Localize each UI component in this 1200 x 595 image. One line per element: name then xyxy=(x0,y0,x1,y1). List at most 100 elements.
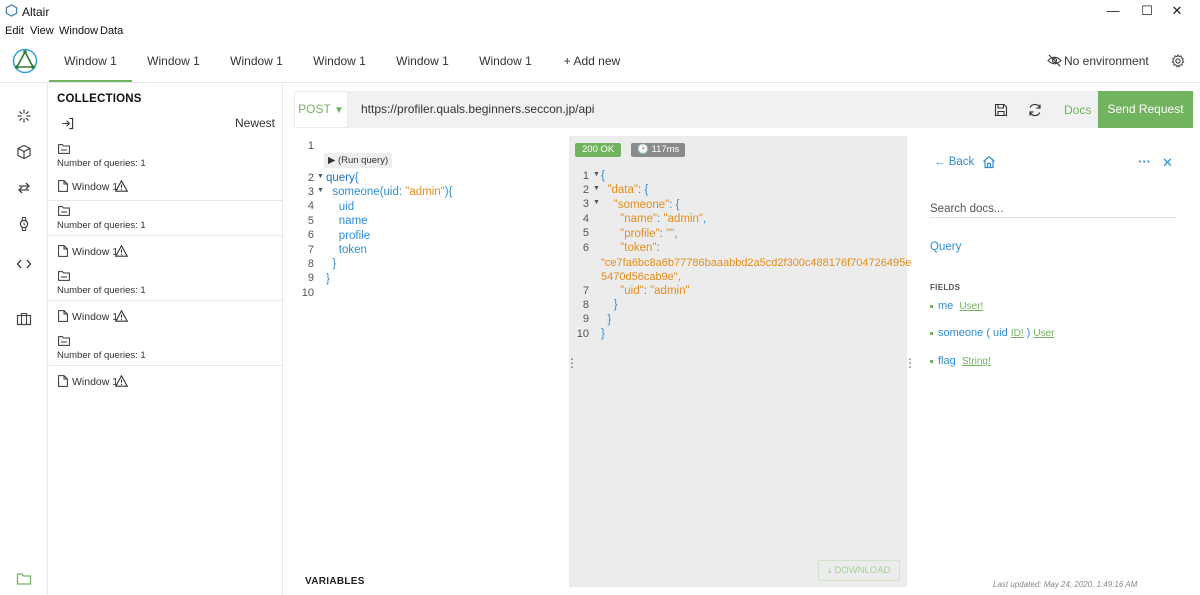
response-json: { "data": { "someone": { "name": "admin"… xyxy=(601,170,707,255)
sidebar-rail xyxy=(0,83,48,595)
environment-label: No environment xyxy=(1064,54,1149,68)
menu-bar: Edit View Window Data xyxy=(0,22,1200,40)
app-title: Altair xyxy=(22,5,50,19)
tab-window-4[interactable]: Window 1 xyxy=(298,40,381,82)
fields-label: FIELDS xyxy=(930,283,961,292)
warning-icon xyxy=(115,310,128,322)
field-name[interactable]: flag xyxy=(938,355,956,367)
tab-window-3[interactable]: Window 1 xyxy=(215,40,298,82)
menu-data[interactable]: Data xyxy=(100,25,123,37)
box-icon[interactable] xyxy=(16,144,32,160)
arg-type[interactable]: ID! xyxy=(1011,328,1024,339)
line-number: 10 xyxy=(576,328,589,340)
fold-arrow-icon[interactable]: ▼ xyxy=(593,171,600,178)
menu-view[interactable]: View xyxy=(30,25,54,37)
file-icon xyxy=(58,310,68,322)
line-number: 7 xyxy=(307,244,314,256)
briefcase-icon[interactable] xyxy=(16,311,32,327)
warning-icon xyxy=(115,375,128,387)
fold-arrow-icon[interactable]: ▼ xyxy=(317,187,324,194)
docs-button[interactable]: Docs xyxy=(1064,103,1091,117)
close-docs-icon[interactable]: ✕ xyxy=(1162,155,1173,171)
method-label: POST xyxy=(298,102,331,116)
import-icon[interactable] xyxy=(61,117,74,130)
watch-icon[interactable] xyxy=(16,216,32,232)
sort-selector[interactable]: Newest xyxy=(235,116,275,130)
loader-icon[interactable] xyxy=(16,108,32,124)
field-type[interactable]: User xyxy=(1033,328,1054,339)
query-name[interactable]: Window 1 xyxy=(72,181,118,193)
line-number: 9 xyxy=(582,313,589,325)
more-options-icon[interactable]: ··· xyxy=(1138,154,1151,169)
fold-arrow-icon[interactable]: ▼ xyxy=(593,185,600,192)
bullet xyxy=(930,359,933,363)
folder-icon[interactable] xyxy=(16,571,32,587)
tab-window-5[interactable]: Window 1 xyxy=(381,40,464,82)
collection-item[interactable]: Window 1 Number of queries: 1 xyxy=(49,301,283,366)
query-name[interactable]: Window 1 xyxy=(72,246,118,258)
code-icon[interactable] xyxy=(16,256,32,272)
query-count: Number of queries: 1 xyxy=(57,285,146,296)
field-type[interactable]: String! xyxy=(962,356,991,367)
field-name[interactable]: me xyxy=(938,300,953,312)
query-count: Number of queries: 1 xyxy=(57,220,146,231)
refresh-icon[interactable] xyxy=(1028,103,1042,117)
download-button[interactable]: ⤓ DOWNLOAD xyxy=(818,560,900,581)
resize-handle-icon[interactable]: ⋮ xyxy=(904,356,916,370)
variables-section-label[interactable]: VARIABLES xyxy=(305,576,365,587)
line-number: 2 xyxy=(582,184,589,196)
fold-arrow-icon[interactable]: ▼ xyxy=(593,199,600,206)
line-number: 2 xyxy=(307,172,314,184)
close-window-button[interactable]: ✕ xyxy=(1154,0,1200,22)
response-time: 117ms xyxy=(651,144,680,155)
method-selector[interactable]: POST ▼ xyxy=(294,91,348,128)
bullet xyxy=(930,331,933,335)
save-icon[interactable] xyxy=(994,103,1008,117)
doc-field-someone[interactable]: someone ( uid ID! ) User xyxy=(930,327,1054,339)
docs-back-button[interactable]: ← Back xyxy=(934,156,974,168)
last-updated-text: Last updated: May 24, 2020, 1:49:16 AM xyxy=(993,580,1138,589)
collection-item[interactable]: Window 1 xyxy=(49,366,283,431)
query-name[interactable]: Window 1 xyxy=(72,376,118,388)
doc-field-me[interactable]: me User! xyxy=(930,300,983,312)
arg-name: uid xyxy=(993,327,1008,339)
warning-icon xyxy=(115,180,128,192)
line-number: 5 xyxy=(307,215,314,227)
window-tab-bar: Window 1 Window 1 Window 1 Window 1 Wind… xyxy=(0,40,1200,83)
line-number: 7 xyxy=(582,285,589,297)
docs-root-type[interactable]: Query xyxy=(930,241,961,253)
line-number: 9 xyxy=(307,272,314,284)
menu-window[interactable]: Window xyxy=(59,25,98,37)
tab-window-1[interactable]: Window 1 xyxy=(49,40,132,82)
query-name[interactable]: Window 1 xyxy=(72,311,118,323)
tab-window-2[interactable]: Window 1 xyxy=(132,40,215,82)
folder-icon xyxy=(58,271,70,281)
line-number: 3 xyxy=(582,198,589,210)
run-query-button[interactable]: ▶ (Run query) xyxy=(324,153,393,168)
line-number: 10 xyxy=(301,287,314,299)
url-input[interactable]: https://profiler.quals.beginners.seccon.… xyxy=(361,102,594,116)
tab-window-6[interactable]: Window 1 xyxy=(464,40,547,82)
settings-gear-icon[interactable] xyxy=(1171,54,1185,68)
send-request-button[interactable]: Send Request xyxy=(1098,91,1193,128)
resize-handle-icon[interactable]: ⋮ xyxy=(566,356,578,370)
altair-logo-icon[interactable] xyxy=(12,48,38,74)
add-tab-button[interactable]: + Add new xyxy=(556,40,628,82)
search-docs-input[interactable] xyxy=(930,200,1176,218)
folder-icon xyxy=(58,336,70,346)
title-bar: Altair — ☐ ✕ xyxy=(0,0,1200,22)
doc-field-flag[interactable]: flag String! xyxy=(930,355,991,367)
file-icon xyxy=(58,180,68,192)
download-label: DOWNLOAD xyxy=(834,565,891,576)
field-type[interactable]: User! xyxy=(959,301,983,312)
repeat-icon[interactable] xyxy=(16,180,32,196)
fold-arrow-icon[interactable]: ▼ xyxy=(317,173,324,180)
home-icon[interactable] xyxy=(982,155,996,169)
collection-item[interactable]: Window 1 Number of queries: 1 xyxy=(49,171,283,236)
line-number: 4 xyxy=(582,213,589,225)
collection-item[interactable]: Window 1 Number of queries: 1 xyxy=(49,236,283,301)
line-number: 4 xyxy=(307,200,314,212)
menu-edit[interactable]: Edit xyxy=(5,25,24,37)
line-number: 1 xyxy=(582,170,589,182)
field-name[interactable]: someone xyxy=(938,327,983,339)
